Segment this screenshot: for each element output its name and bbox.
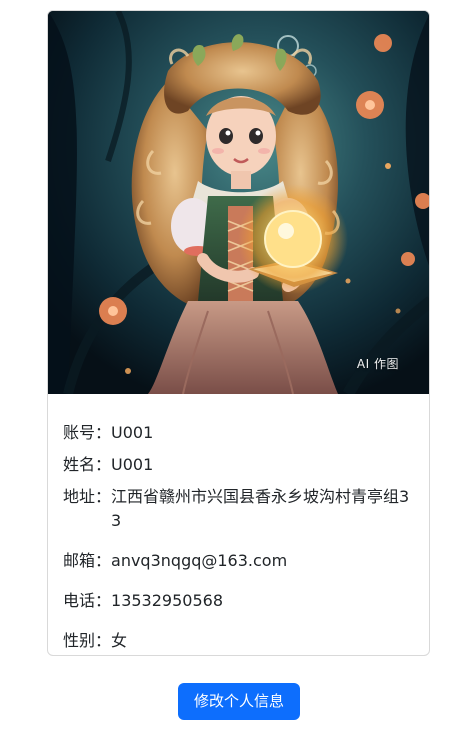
phone-row: 电话： 13532950568 [63,589,418,613]
phone-value: 13532950568 [111,591,223,610]
phone-label: 电话： [63,591,112,610]
name-row: 姓名： U001 [63,453,418,477]
email-value: anvq3nqgq@163.com [111,551,288,570]
email-row: 邮箱： anvq3nqgq@163.com [63,549,418,573]
profile-card: AI 作图 账号： U001 姓名： U001 地址： 江西省赣州市兴国县香永乡… [47,10,430,656]
address-value: 江西省赣州市兴国县香永乡坡沟村青亭组33 [111,487,410,530]
email-label: 邮箱： [63,551,112,570]
name-label: 姓名： [63,455,112,474]
edit-profile-button[interactable]: 修改个人信息 [178,683,300,720]
gender-value: 女 [111,631,128,650]
profile-image: AI 作图 [48,11,429,394]
name-value: U001 [111,455,154,474]
address-label: 地址： [63,487,112,506]
gender-row: 性别： 女 [63,629,418,653]
profile-illustration [48,11,429,394]
gender-label: 性别： [63,631,112,650]
address-row: 地址： 江西省赣州市兴国县香永乡坡沟村青亭组33 [63,485,418,533]
account-value: U001 [111,423,154,442]
account-label: 账号： [63,423,112,442]
ai-generated-badge: AI 作图 [356,357,399,371]
account-row: 账号： U001 [63,421,418,445]
profile-info: 账号： U001 姓名： U001 地址： 江西省赣州市兴国县香永乡坡沟村青亭组… [63,406,418,653]
